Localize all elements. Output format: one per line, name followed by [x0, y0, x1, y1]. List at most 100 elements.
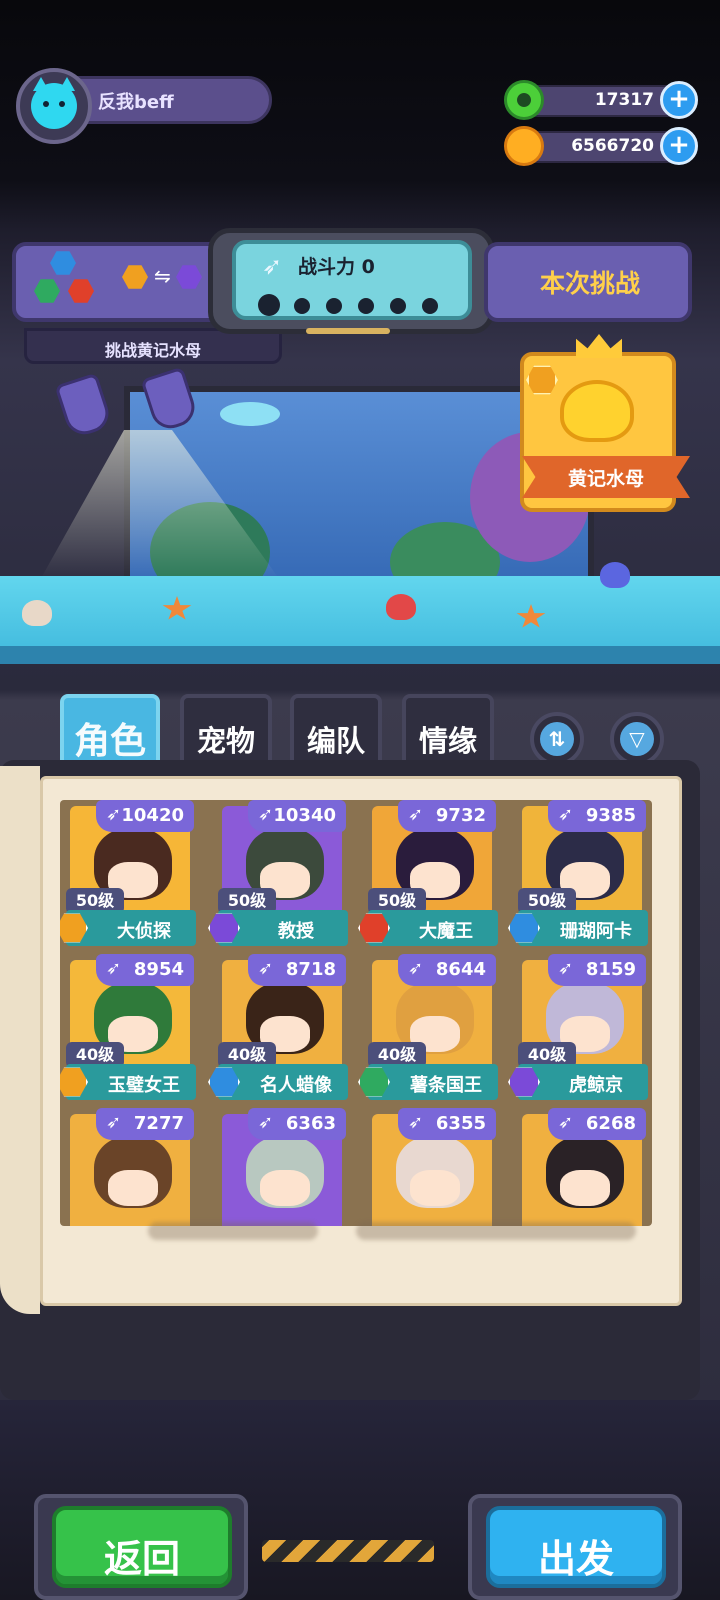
power-rocket-icon: ➶: [262, 252, 283, 280]
power-value: 6268: [585, 1113, 636, 1134]
sort-arrows-icon: ⇅: [540, 722, 574, 756]
power-tag: ➶ 9385: [548, 800, 646, 832]
power-rocket-icon: ➶: [106, 1112, 122, 1133]
blurred-text: [356, 1222, 636, 1240]
character-card[interactable]: ➶ 6363: [212, 1108, 350, 1226]
donut-amount: 17317: [594, 90, 654, 110]
power-tag: ➶ 9732: [398, 800, 496, 832]
swap-arrows-icon: ⇋: [154, 264, 171, 288]
character-card[interactable]: ➶ 6268: [512, 1108, 650, 1226]
character-name: 大魔王: [419, 921, 473, 942]
power-value: 8718: [285, 959, 336, 980]
book-page-left: [0, 766, 40, 1314]
power-tag: ➶ 7277: [96, 1108, 194, 1140]
paw-icon: [258, 294, 280, 316]
character-name: 玉璧女王: [108, 1075, 180, 1096]
character-face: [260, 1170, 310, 1206]
power-tag: ➶ 8954: [96, 954, 194, 986]
filter-funnel-icon: ▽: [620, 722, 654, 756]
game-screen: 反我beff 17317 + 6566720 + ⇋ 挑战黄记水母 ➶ 战斗力 …: [0, 0, 720, 1600]
power-rocket-icon: ➶: [408, 1112, 424, 1133]
avatar-frame[interactable]: [16, 68, 92, 144]
tab-bonds[interactable]: 情缘: [402, 694, 494, 768]
character-card[interactable]: ➶ 8718 40级 名人蜡像: [208, 954, 350, 1102]
character-name: 大侦探: [117, 921, 171, 942]
character-card[interactable]: ➶ 9732 50级 大魔王: [358, 800, 500, 948]
power-rocket-icon: ➶: [258, 958, 274, 979]
tab-pets[interactable]: 宠物: [180, 694, 272, 768]
formation-slot: [422, 298, 438, 314]
current-challenge-label: 本次挑战: [540, 269, 641, 298]
power-tag: ➶ 10420: [96, 800, 194, 832]
character-card[interactable]: ➶ 8954 40级 玉璧女王: [60, 954, 198, 1102]
tab-characters[interactable]: 角色: [60, 694, 160, 768]
sea-urchin-icon: [600, 562, 630, 588]
power-rocket-icon: ➶: [558, 958, 574, 979]
power-value: 8159: [585, 959, 636, 980]
power-tag: ➶ 8159: [548, 954, 646, 986]
character-grid[interactable]: ➶ 10420 50级 大侦探 ➶ 10340 50级 教授 ➶ 9732 50级 大魔王 ➶ 9385 5…: [60, 800, 652, 1226]
formation-slot: [326, 298, 342, 314]
cat-avatar-icon: [31, 77, 77, 129]
add-donut-button[interactable]: +: [660, 81, 698, 119]
red-shell-icon: [386, 594, 416, 620]
go-button[interactable]: 出发: [486, 1506, 666, 1588]
power-rocket-icon: ➶: [558, 1112, 574, 1133]
character-name: 教授: [278, 921, 314, 942]
player-name: 反我beff: [98, 92, 174, 113]
blurred-text: [148, 1222, 318, 1240]
spotlight-lamp-icon: [54, 372, 114, 440]
jellyfish-boss-icon: [560, 380, 634, 442]
power-value: 战斗力 0: [298, 256, 375, 278]
power-value: 10420: [121, 805, 184, 826]
character-name: 名人蜡像: [260, 1075, 332, 1096]
hazard-stripe: [262, 1540, 434, 1562]
green-donut-icon: [504, 80, 544, 120]
water-rim: [0, 646, 720, 664]
character-card[interactable]: ➶ 7277: [60, 1108, 198, 1226]
tab-formation[interactable]: 编队: [290, 694, 382, 768]
character-face: [560, 1170, 610, 1206]
player-profile[interactable]: 反我beff: [14, 68, 272, 144]
power-value: 8644: [435, 959, 486, 980]
power-value: 9732: [435, 805, 486, 826]
power-value: 6355: [435, 1113, 486, 1134]
power-value: 10340: [273, 805, 336, 826]
power-tag: ➶ 8644: [398, 954, 496, 986]
power-rocket-icon: ➶: [106, 958, 122, 979]
formation-slot: [390, 298, 406, 314]
power-tag: ➶ 6268: [548, 1108, 646, 1140]
gold-currency: 6566720 +: [498, 126, 698, 166]
power-rocket-icon: ➶: [106, 804, 122, 825]
power-rocket-icon: ➶: [258, 1112, 274, 1133]
power-value: 7277: [133, 1113, 184, 1134]
power-rocket-icon: ➶: [258, 804, 274, 825]
power-tag: ➶ 6355: [398, 1108, 496, 1140]
character-card[interactable]: ➶ 6355: [362, 1108, 500, 1226]
character-card[interactable]: ➶ 8644 40级 薯条国王: [358, 954, 500, 1102]
panel-indicator: [306, 328, 390, 334]
orange-planet-coin-icon: [504, 126, 544, 166]
character-card[interactable]: ➶ 10340 50级 教授: [208, 800, 350, 948]
formation-slot: [294, 298, 310, 314]
character-card[interactable]: ➶ 9385 50级 珊瑚阿卡: [508, 800, 650, 948]
filter-button[interactable]: ▽: [610, 712, 664, 766]
donut-currency: 17317 +: [498, 80, 698, 120]
crown-icon: [576, 334, 622, 358]
character-face: [108, 1170, 158, 1206]
power-value: 6363: [285, 1113, 336, 1134]
add-gold-button[interactable]: +: [660, 127, 698, 165]
back-button[interactable]: 返回: [52, 1506, 232, 1588]
power-value: 9385: [585, 805, 636, 826]
boss-name: 黄记水母: [567, 468, 644, 490]
character-name: 珊瑚阿卡: [560, 921, 632, 942]
formation-slot: [358, 298, 374, 314]
power-value: 8954: [133, 959, 184, 980]
character-card[interactable]: ➶ 8159 40级 虎鲸京: [508, 954, 650, 1102]
character-card[interactable]: ➶ 10420 50级 大侦探: [60, 800, 198, 948]
sort-button[interactable]: ⇅: [530, 712, 584, 766]
power-rocket-icon: ➶: [408, 958, 424, 979]
character-name: 薯条国王: [410, 1075, 482, 1096]
power-rocket-icon: ➶: [408, 804, 424, 825]
gold-amount: 6566720: [571, 136, 654, 156]
